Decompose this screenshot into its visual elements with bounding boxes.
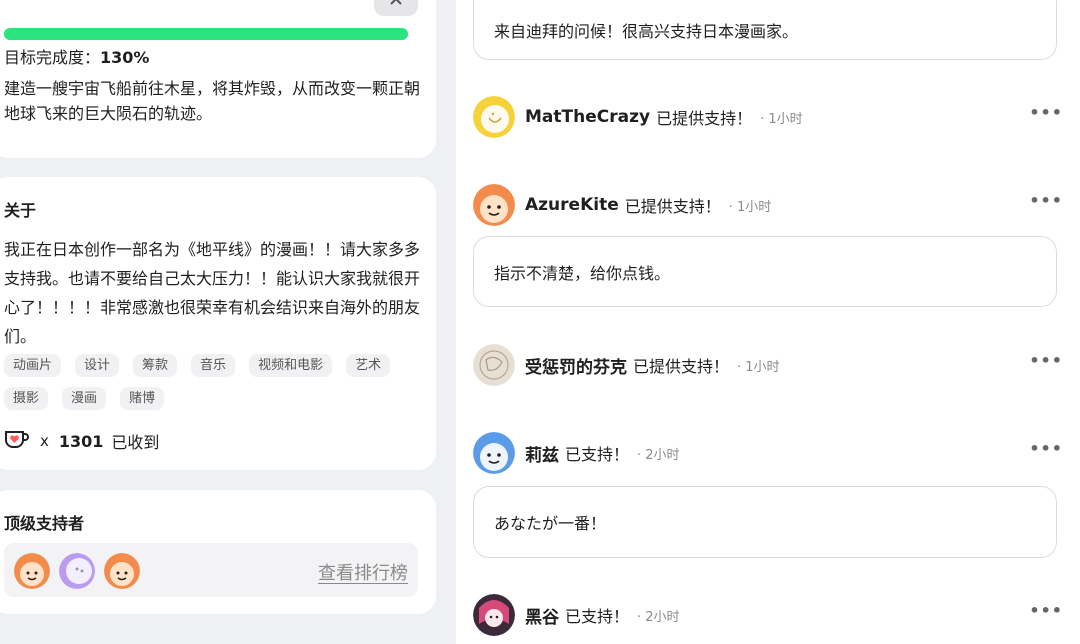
more-horizontal-icon[interactable]: ••• <box>1029 103 1063 122</box>
top-supporters-card: 顶级支持者 查看排行榜 <box>0 490 436 614</box>
tag[interactable]: 筹款 <box>133 354 178 377</box>
tag-list: 动画片 设计 筹款 音乐 视频和电影 艺术 摄影 漫画 赌博 <box>4 354 424 410</box>
feed-entry: 莉兹 已支持！ · 2小时 ••• <box>473 431 1063 475</box>
avatar[interactable] <box>59 553 95 589</box>
message-bubble: 来自迪拜的问候！很高兴支持日本漫画家。 <box>473 0 1057 60</box>
tag[interactable]: 摄影 <box>4 387 49 410</box>
message-text: 指示不清楚，给你点钱。 <box>494 263 671 283</box>
top-supporters-title: 顶级支持者 <box>4 514 85 533</box>
collapse-button[interactable] <box>374 0 418 16</box>
received-number: 1301 <box>58 431 104 451</box>
timestamp: · 2小时 <box>637 447 680 463</box>
timestamp: · 1小时 <box>760 111 803 127</box>
message-text: あなたが一番！ <box>494 514 607 533</box>
supporter-name[interactable]: AzureKite <box>525 195 619 215</box>
avatar[interactable] <box>14 553 50 589</box>
message-bubble: 指示不清楚，给你点钱。 <box>473 236 1057 307</box>
goal-description: 建造一艘宇宙飞船前往木星，将其炸毁，从而改变一颗正朝地球飞来的巨大陨石的轨迹。 <box>4 79 421 123</box>
supporter-name[interactable]: 莉兹 <box>525 441 559 466</box>
about-card: 关于 我正在日本创作一部名为《地平线》的漫画！！请大家多多支持我。也请不要给自己… <box>0 177 436 470</box>
tag[interactable]: 动画片 <box>4 354 62 377</box>
message-bubble: あなたが一番！ <box>473 486 1057 558</box>
supporter-action: 已提供支持！ <box>656 109 753 128</box>
feed-entry: AzureKite 已提供支持！ · 1小时 ••• <box>473 183 1063 227</box>
avatar[interactable] <box>473 96 515 138</box>
avatar[interactable] <box>104 553 140 589</box>
more-horizontal-icon[interactable]: ••• <box>1029 601 1063 620</box>
received-label: 已收到 <box>111 433 160 452</box>
chevron-up-icon <box>389 0 403 10</box>
feed-entry: MatTheCrazy 已提供支持！ · 1小时 ••• <box>473 95 1063 139</box>
feed-entry: 黑谷 已支持！ · 2小时 ••• <box>473 593 1063 637</box>
message-text: 来自迪拜的问候！很高兴支持日本漫画家。 <box>494 22 799 41</box>
more-horizontal-icon[interactable]: ••• <box>1029 191 1063 210</box>
avatar[interactable] <box>473 184 515 226</box>
avatar[interactable] <box>473 432 515 474</box>
avatar[interactable] <box>473 594 515 636</box>
supporter-name[interactable]: MatTheCrazy <box>525 107 650 127</box>
tag[interactable]: 音乐 <box>191 354 236 377</box>
tag[interactable]: 漫画 <box>62 387 107 410</box>
goal-card: 目标完成度：130% 建造一艘宇宙飞船前往木星，将其炸毁，从而改变一颗正朝地球飞… <box>0 0 436 158</box>
supporter-action: 已提供支持！ <box>624 197 721 216</box>
received-multiplier: x <box>40 432 49 450</box>
supporter-feed: 来自迪拜的问候！很高兴支持日本漫画家。 MatTheCrazy 已提供支持！ ·… <box>456 0 1080 644</box>
more-horizontal-icon[interactable]: ••• <box>1029 439 1063 458</box>
supporter-name[interactable]: 受惩罚的芬克 <box>525 353 627 378</box>
view-leaderboard-link[interactable]: 查看排行榜 <box>318 559 408 585</box>
feed-entry: 受惩罚的芬克 已提供支持！ · 1小时 ••• <box>473 343 1063 387</box>
tag[interactable]: 设计 <box>75 354 120 377</box>
received-count: x 1301 已收到 <box>4 429 159 453</box>
supporter-action: 已支持！ <box>565 445 630 464</box>
goal-progress-bar <box>4 28 408 40</box>
tag[interactable]: 视频和电影 <box>249 354 333 377</box>
tag[interactable]: 赌博 <box>120 387 165 410</box>
about-text: 我正在日本创作一部名为《地平线》的漫画！！请大家多多支持我。也请不要给自己太大压… <box>4 240 421 346</box>
more-horizontal-icon[interactable]: ••• <box>1029 351 1063 370</box>
tag[interactable]: 艺术 <box>346 354 391 377</box>
avatar[interactable] <box>473 344 515 386</box>
timestamp: · 1小时 <box>728 199 772 215</box>
supporter-action: 已提供支持！ <box>633 357 730 376</box>
about-title: 关于 <box>4 201 37 220</box>
top-supporters-list: 查看排行榜 <box>4 543 418 597</box>
coffee-cup-icon <box>4 429 30 453</box>
timestamp: · 2小时 <box>637 609 680 625</box>
supporter-action: 已支持！ <box>565 607 630 626</box>
goal-progress-text: 目标完成度：130% <box>4 48 150 67</box>
supporter-name[interactable]: 黑谷 <box>525 603 559 628</box>
timestamp: · 1小时 <box>737 359 780 375</box>
